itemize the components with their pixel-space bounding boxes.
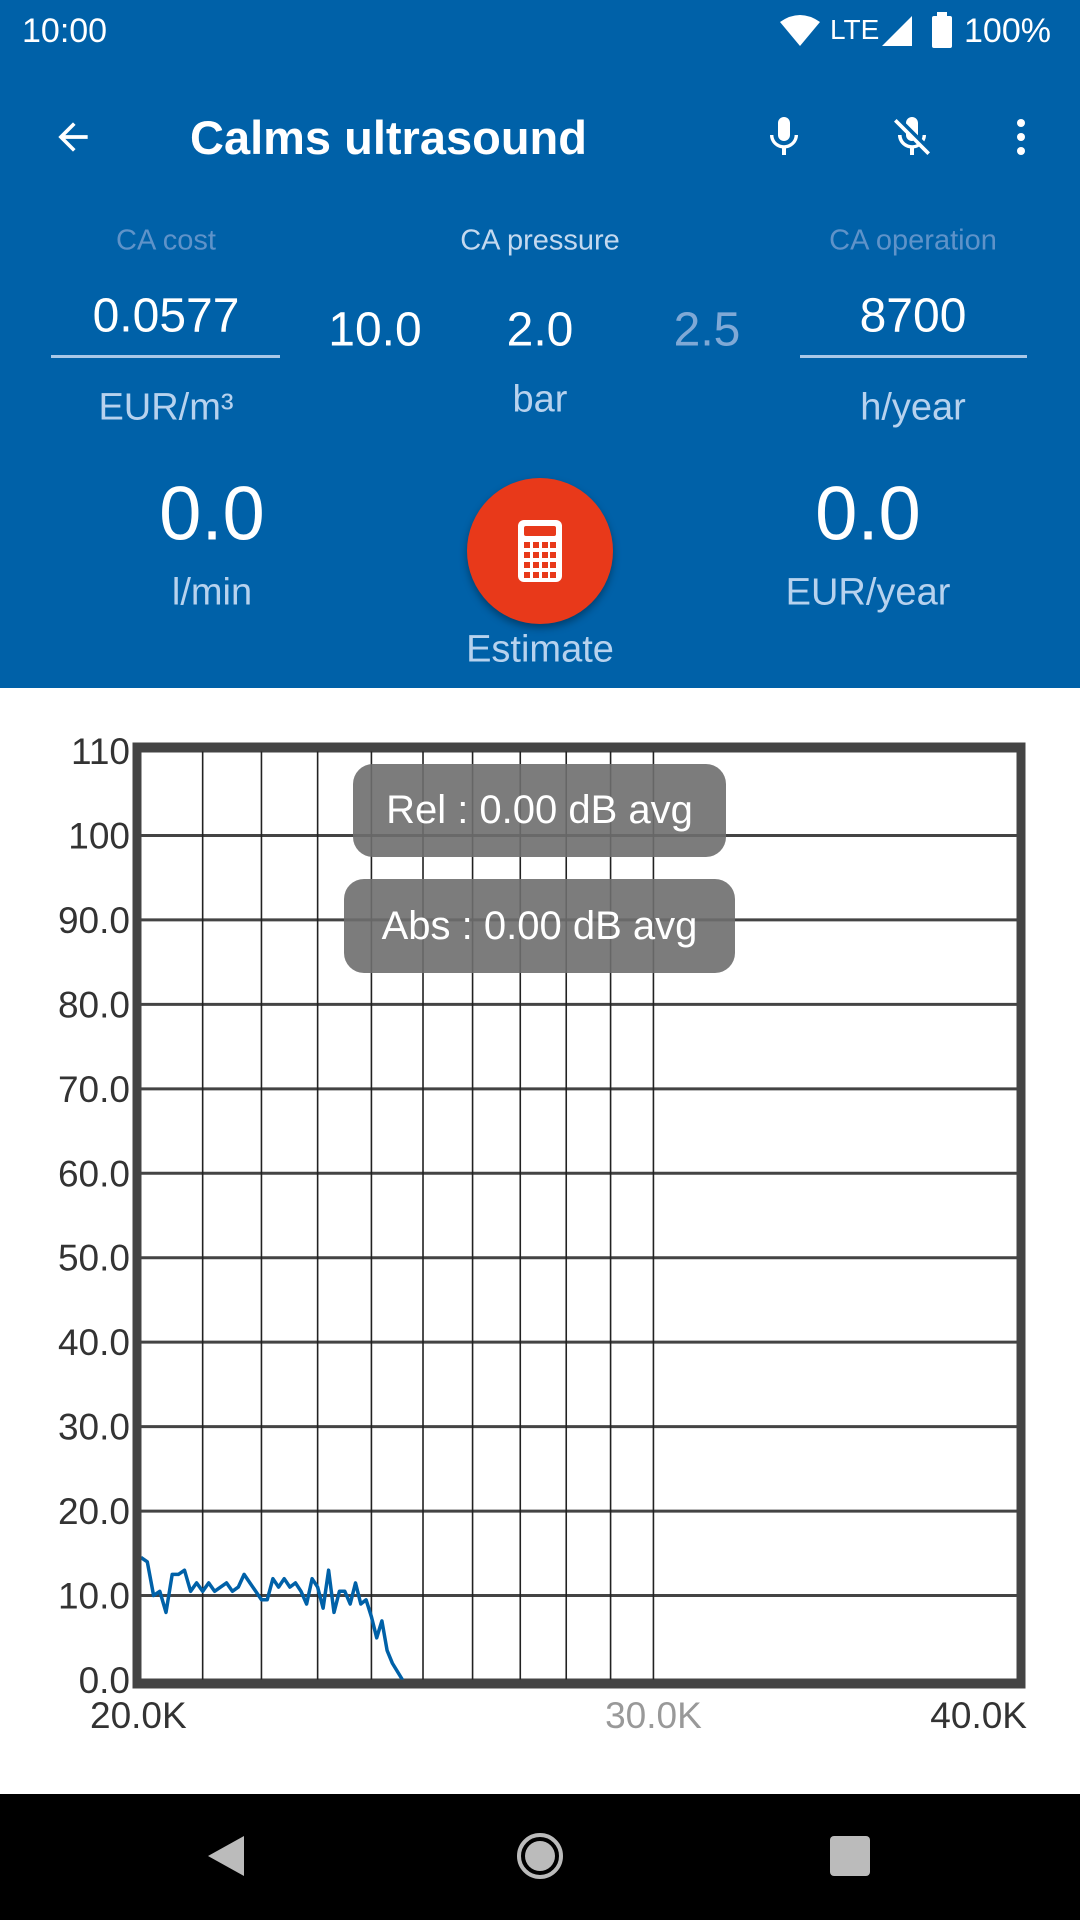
cost-result-value: 0.0 bbox=[815, 471, 921, 557]
abs-avg-text: Abs : 0.00 dB avg bbox=[381, 903, 698, 948]
x-tick-label: 20.0K bbox=[90, 1695, 187, 1736]
nav-home-icon[interactable] bbox=[515, 1831, 565, 1881]
calculator-icon bbox=[518, 520, 562, 582]
x-tick-label: 40.0K bbox=[930, 1695, 1027, 1736]
ca-operation-label: CA operation bbox=[829, 224, 997, 257]
y-tick-label: 20.0 bbox=[58, 1491, 130, 1532]
nav-recents-icon[interactable] bbox=[830, 1836, 870, 1876]
microphone-off-icon[interactable] bbox=[888, 110, 936, 164]
more-vert-icon[interactable] bbox=[1005, 113, 1037, 161]
system-nav-bar bbox=[0, 1794, 1080, 1920]
flow-result-unit: l/min bbox=[171, 571, 253, 614]
abs-avg-overlay: Abs : 0.00 dB avg bbox=[344, 879, 735, 973]
ca-cost-input[interactable]: 0.0577 bbox=[93, 289, 240, 344]
ca-operation-input[interactable]: 8700 bbox=[860, 289, 967, 344]
wifi-icon bbox=[780, 15, 820, 46]
y-tick-label: 90.0 bbox=[58, 900, 130, 941]
status-time: 10:00 bbox=[22, 12, 108, 50]
y-tick-label: 40.0 bbox=[58, 1322, 130, 1363]
back-arrow-icon[interactable] bbox=[51, 115, 95, 159]
y-tick-label: 50.0 bbox=[58, 1238, 130, 1279]
x-tick-label: 30.0K bbox=[605, 1695, 702, 1736]
pressure-option-next[interactable]: 2.5 bbox=[674, 303, 741, 358]
y-tick-label: 80.0 bbox=[58, 984, 130, 1025]
y-tick-label: 60.0 bbox=[58, 1153, 130, 1194]
ca-cost-label: CA cost bbox=[116, 224, 216, 257]
y-tick-label: 70.0 bbox=[58, 1069, 130, 1110]
battery-percent: 100% bbox=[964, 12, 1051, 50]
y-tick-label: 10.0 bbox=[58, 1576, 130, 1617]
estimate-button[interactable] bbox=[467, 478, 613, 624]
pressure-option-selected[interactable]: 2.0 bbox=[507, 303, 574, 358]
battery-icon bbox=[932, 12, 952, 48]
flow-result-value: 0.0 bbox=[159, 471, 265, 557]
ca-operation-unit: h/year bbox=[860, 386, 966, 429]
nav-back-icon[interactable] bbox=[206, 1834, 246, 1878]
ca-cost-unit: EUR/m³ bbox=[98, 386, 234, 429]
ca-pressure-unit: bar bbox=[512, 378, 568, 421]
network-type: LTE bbox=[830, 14, 880, 45]
cost-result-unit: EUR/year bbox=[785, 571, 951, 614]
y-tick-label: 100 bbox=[68, 815, 130, 856]
microphone-icon[interactable] bbox=[760, 110, 808, 164]
rel-avg-text: Rel : 0.00 dB avg bbox=[386, 788, 693, 832]
signal-icon bbox=[882, 16, 912, 46]
estimate-label: Estimate bbox=[466, 628, 614, 671]
y-tick-label: 110 bbox=[71, 731, 130, 772]
page-title: Calms ultrasound bbox=[190, 111, 587, 164]
app-header: 10:00 LTE 100% Calms ultrasound CA cost … bbox=[0, 0, 1080, 688]
ca-pressure-label: CA pressure bbox=[460, 224, 620, 257]
pressure-option-prev[interactable]: 10.0 bbox=[328, 303, 421, 358]
ca-operation-underline bbox=[800, 355, 1027, 358]
y-tick-label: 30.0 bbox=[58, 1407, 130, 1448]
ca-cost-underline bbox=[51, 355, 280, 358]
rel-avg-overlay: Rel : 0.00 dB avg bbox=[353, 764, 726, 857]
